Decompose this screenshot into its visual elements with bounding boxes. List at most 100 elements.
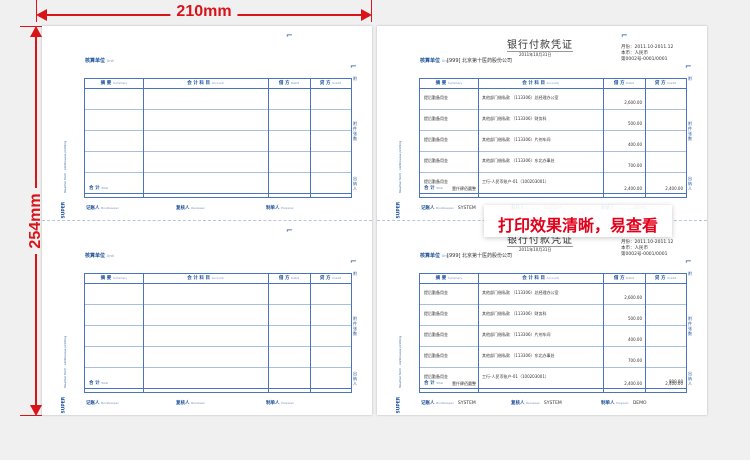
row-debit: 700.00 [628,358,642,363]
row-debit: 2,600.00 [624,295,642,300]
row-debit: 500.00 [628,121,642,126]
row-debit: 400.00 [628,142,642,147]
printed-voucher-bottom: ⌐ ⌐ 银行付款凭证 2011年10月31日 月份：2011.10-2011.1… [377,221,707,415]
side-label: 附件张数 [688,316,692,336]
grid-row [85,152,351,173]
sign-preparer: 制单人 Preparer [266,401,294,406]
grid-divider [603,79,604,197]
col-summary: 摘 要 Summary [100,81,128,86]
total-debit: 2,400.00 [624,381,642,386]
width-dimension: 210mm [36,3,372,24]
row-account: 工行-人民币账户-01（100203001） [482,179,549,184]
row-summary: 提后勤备用金 [424,332,448,337]
blank-voucher-sheet: ⌐ ⌐ 核算单位 Unit 摘 要 Summary 会 计 科 目 Accoun… [42,26,372,415]
width-tick-right [371,0,372,22]
col-account: 会 计 科 目 Account [187,276,224,281]
total-label: 合 计 Total [424,381,444,386]
grid-row [85,284,351,305]
corner-mark: ⌐ [350,257,357,266]
side-print-text: Voucher form · continuous printing [398,335,402,388]
col-debit: 借 方 Debit [278,276,300,281]
row-summary: 提后勤备用金 [424,311,448,316]
grid-divider [268,79,269,197]
total-label: 合 计 Total [89,381,109,386]
grid-row [420,110,686,131]
row-summary: 提后勤备用金 [424,353,448,358]
side-label: 出纳人 [353,176,357,191]
voucher-grid: 摘 要 Summary 会 计 科 目 Account 借 方 Debit 贷 … [419,78,687,198]
side-label: 出纳人 [353,371,357,386]
side-print-text: Voucher form · continuous printing [63,335,67,388]
side-label: 附 [353,76,357,81]
left-side-strip: Voucher form · continuous printing SUPER [395,261,403,414]
row-account: 其他部门借私款 （113306）东北办事处 [482,353,555,358]
grid-row [420,305,686,326]
voucher-date: 2011年10月31日 [519,52,552,57]
blank-voucher-top: ⌐ ⌐ 核算单位 Unit 摘 要 Summary 会 计 科 目 Accoun… [42,26,372,220]
corner-mark: ⌐ [286,226,293,235]
grid-divider [478,79,479,197]
row-account: 其他部门借私款 （113306）财务科 [482,116,547,121]
brand-logo: SUPER [61,396,67,414]
height-tick-top [20,26,42,27]
left-side-strip: Voucher form · continuous printing SUPER [395,66,403,219]
row-account: 其他部门借私款 （113306）东北办事处 [482,158,555,163]
col-credit: 贷 方 Credit [319,81,342,86]
grid-row [85,368,351,389]
row-account: 其他部门借私款 （113306）总经理办公室 [482,95,559,100]
row-account: 其他部门借私款 （113306）片剂车间 [482,332,551,337]
grid-divider [478,274,479,392]
unit-label: 核算单位 Unit [85,253,114,259]
voucher-grid: 摘 要 Summary 会 计 科 目 Account 借 方 Debit 贷 … [84,273,352,393]
grid-row [85,89,351,110]
row-summary: 提后勤备用金 [424,290,448,295]
total-credit: 2,400.00 [665,381,683,386]
total-note: 壹仟肆佰圆整 [452,381,476,386]
row-debit: 700.00 [628,163,642,168]
col-credit: 贷 方 Credit [654,81,677,86]
unit-value: [999] 北京第十医药股份公司 [447,58,513,64]
row-summary: 提后勤备用金 [424,116,448,121]
side-label: 附件张数 [353,121,357,141]
col-debit: 借 方 Debit [613,276,635,281]
row-account: 其他部门借私款 （113306）财务科 [482,311,547,316]
row-debit: 500.00 [628,316,642,321]
grid-divider [143,274,144,392]
sign-bookkeeper: 记账人 Bookkeeper SYSTEM [421,206,476,211]
grid-divider [310,274,311,392]
corner-mark: ⌐ [685,257,692,266]
left-side-strip: Voucher form · continuous printing SUPER [60,66,68,219]
voucher-grid: 摘 要 Summary 会 计 科 目 Account 借 方 Debit 贷 … [84,78,352,198]
width-label: 210mm [170,3,238,21]
side-label: 附 [353,271,357,276]
voucher-number: 第0002号-0001/0001 [621,57,668,62]
total-debit: 2,400.00 [624,186,642,191]
arrow-left-icon [36,9,47,21]
row-debit: 400.00 [628,337,642,342]
side-label: 附 [688,76,692,81]
grid-divider [645,274,646,392]
col-summary: 摘 要 Summary [100,276,128,281]
side-label: 附件张数 [353,316,357,336]
row-account: 其他部门借私款 （113306）总经理办公室 [482,290,559,295]
col-credit: 贷 方 Credit [319,276,342,281]
row-debit: 2,600.00 [624,100,642,105]
brand-logo: SUPER [61,201,67,219]
unit-label: 核算单位 Unit [420,58,449,64]
arrow-up-icon [30,26,42,37]
brand-logo: SUPER [396,201,402,219]
col-debit: 借 方 Debit [278,81,300,86]
sign-bookkeeper: 记账人 Bookkeeper SYSTEM [421,401,476,406]
voucher-title: 银行付款凭证 [507,36,573,52]
blank-voucher-bottom: ⌐ ⌐ 核算单位 Unit 摘 要 Summary 会 计 科 目 Accoun… [42,221,372,415]
sign-bookkeeper: 记账人 Bookkeeper [86,401,119,406]
grid-divider [645,79,646,197]
row-account: 工行-人民币账户-01（100203001） [482,374,549,379]
brand-logo: SUPER [396,396,402,414]
col-account: 会 计 科 目 Account [522,81,559,86]
side-print-text: Voucher form · continuous printing [63,140,67,193]
banner-text: 打印效果清晰，易查看 [497,216,658,235]
grid-row [85,305,351,326]
row-account: 其他部门借私款 （113306）片剂车间 [482,137,551,142]
grid-divider [310,79,311,197]
